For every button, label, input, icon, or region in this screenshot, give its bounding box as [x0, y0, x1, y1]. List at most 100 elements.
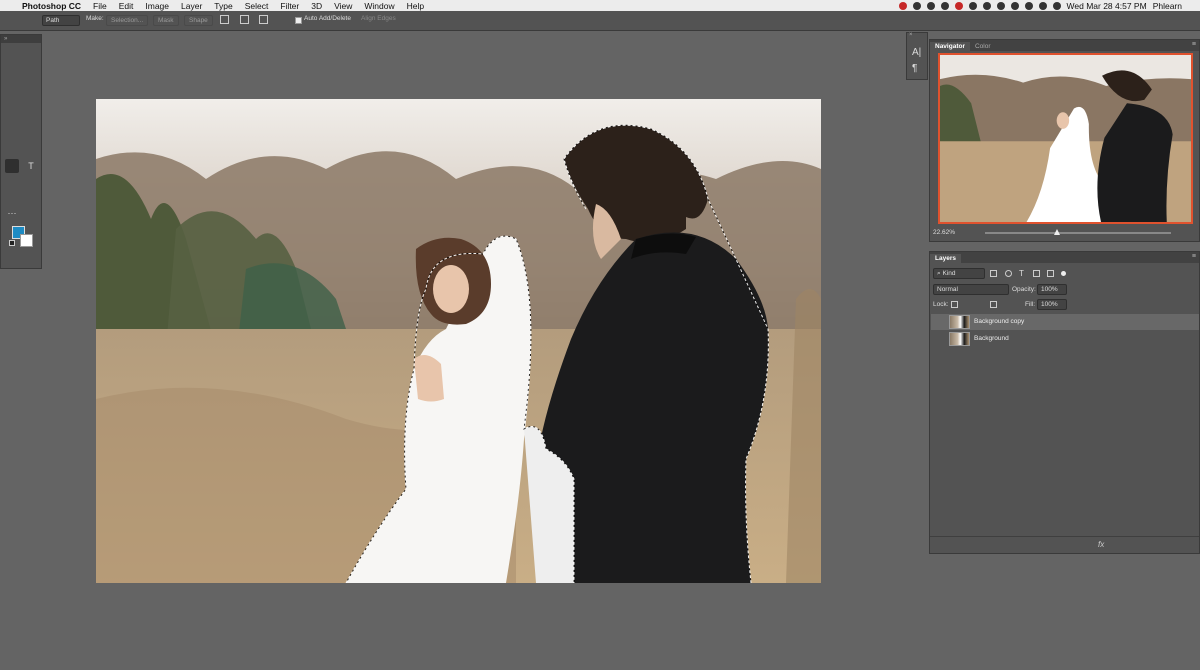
menu-edit[interactable]: Edit — [119, 1, 134, 11]
panel-menu-icon[interactable]: ≡ — [1192, 253, 1196, 260]
paragraph-panel-icon[interactable]: ¶ — [912, 63, 917, 74]
tab-layers[interactable]: Layers — [930, 254, 961, 263]
marquee-tool-icon[interactable] — [24, 54, 38, 68]
navigator-view-box[interactable] — [938, 53, 1193, 224]
document-canvas[interactable] — [96, 99, 821, 583]
type-tool-icon[interactable]: T — [24, 159, 38, 173]
background-color-swatch[interactable] — [20, 234, 33, 247]
status-a-icon[interactable] — [940, 1, 949, 10]
tool-mode-select[interactable]: Path — [42, 15, 80, 26]
lock-label: Lock: — [933, 301, 949, 308]
filter-toggle-icon[interactable] — [1061, 271, 1066, 276]
battery-icon[interactable] — [1052, 1, 1061, 10]
status-clock-icon[interactable] — [926, 1, 935, 10]
tab-color[interactable]: Color — [970, 42, 996, 51]
menu-filter[interactable]: Filter — [280, 1, 299, 11]
lasso-tool-icon[interactable] — [5, 69, 19, 83]
toolbox-handle[interactable]: » — [1, 35, 41, 43]
make-selection-button[interactable]: Selection... — [106, 15, 149, 26]
menu-image[interactable]: Image — [145, 1, 169, 11]
fill-value: 100% — [1041, 301, 1058, 308]
layer-name[interactable]: Background — [974, 335, 1009, 342]
layer-row[interactable]: Background copy — [931, 314, 1199, 330]
status-adobe-icon[interactable] — [954, 1, 963, 10]
tab-navigator[interactable]: Navigator — [930, 42, 970, 51]
airplay-icon[interactable] — [1024, 1, 1033, 10]
dodge-tool-icon[interactable] — [24, 144, 38, 158]
layer-filter-select[interactable]: ⌕ Kind — [933, 268, 985, 279]
magic-wand-tool-icon[interactable] — [24, 69, 38, 83]
make-shape-button[interactable]: Shape — [184, 15, 213, 26]
menu-file[interactable]: File — [93, 1, 107, 11]
status-play-icon[interactable] — [968, 1, 977, 10]
lock-artboard-icon[interactable] — [990, 301, 997, 308]
layer-thumbnail — [949, 315, 970, 329]
menu-select[interactable]: Select — [245, 1, 269, 11]
path-operations-icon[interactable] — [220, 15, 229, 24]
layers-footer: fx — [930, 536, 1199, 553]
status-app-icon[interactable] — [898, 1, 907, 10]
status-cloud-icon[interactable] — [912, 1, 921, 10]
zoom-tool-icon[interactable] — [24, 189, 38, 203]
layer-filter-value: Kind — [942, 270, 956, 277]
menu-view[interactable]: View — [334, 1, 352, 11]
layer-style-icon[interactable]: fx — [1098, 540, 1104, 549]
filter-smart-object-icon[interactable] — [1047, 270, 1054, 277]
menu-3d[interactable]: 3D — [311, 1, 322, 11]
eraser-tool-icon[interactable] — [5, 129, 19, 143]
eyedropper-tool-icon[interactable] — [24, 84, 38, 98]
filter-shape-icon[interactable] — [1033, 270, 1040, 277]
character-panel-icon[interactable]: A| — [912, 47, 921, 58]
menu-help[interactable]: Help — [407, 1, 424, 11]
fill-input[interactable]: 100% — [1037, 299, 1067, 310]
opacity-label: Opacity: — [1012, 286, 1036, 293]
quick-mask-icon[interactable] — [5, 253, 19, 267]
menu-window[interactable]: Window — [364, 1, 394, 11]
time-machine-icon[interactable] — [982, 1, 991, 10]
gradient-tool-icon[interactable] — [24, 129, 38, 143]
edit-toolbar-icon[interactable]: ··· — [5, 206, 19, 220]
default-colors-icon[interactable] — [9, 240, 15, 246]
crop-tool-icon[interactable] — [5, 84, 19, 98]
filter-type-icon[interactable]: T — [1019, 269, 1024, 278]
make-label: Make: — [86, 15, 104, 22]
history-brush-tool-icon[interactable] — [24, 114, 38, 128]
brush-tool-icon[interactable] — [24, 99, 38, 113]
zoom-slider-handle[interactable] — [1054, 229, 1060, 235]
app-menu[interactable]: Photoshop CC — [22, 1, 81, 11]
healing-brush-tool-icon[interactable] — [5, 99, 19, 113]
zoom-level[interactable]: 22.62% — [933, 229, 955, 236]
make-mask-button[interactable]: Mask — [153, 15, 179, 26]
path-selection-tool-icon[interactable] — [5, 174, 19, 188]
volume-icon[interactable] — [1038, 1, 1047, 10]
filter-adjustment-icon[interactable] — [1005, 270, 1012, 277]
bluetooth-icon[interactable] — [996, 1, 1005, 10]
path-alignment-icon[interactable] — [240, 15, 249, 24]
zoom-slider[interactable] — [985, 232, 1171, 234]
layer-name[interactable]: Background copy — [974, 318, 1024, 325]
auto-add-delete-checkbox[interactable] — [295, 17, 302, 24]
rectangle-tool-icon[interactable] — [24, 174, 38, 188]
path-arrangement-icon[interactable] — [259, 15, 268, 24]
menu-type[interactable]: Type — [214, 1, 232, 11]
blend-mode-value: Normal — [937, 286, 958, 293]
hand-tool-icon[interactable] — [5, 189, 19, 203]
clock[interactable]: Wed Mar 28 4:57 PM — [1067, 1, 1147, 11]
menu-layer[interactable]: Layer — [181, 1, 202, 11]
close-icon[interactable]: × — [909, 32, 913, 38]
user-menu[interactable]: Phlearn — [1153, 1, 1182, 11]
move-tool-icon[interactable] — [5, 54, 19, 68]
wifi-icon[interactable] — [1010, 1, 1019, 10]
opacity-input[interactable]: 100% — [1037, 284, 1067, 295]
layer-row[interactable]: Background — [931, 331, 1199, 347]
lock-transparent-icon[interactable] — [951, 301, 958, 308]
pen-tool-icon[interactable] — [5, 159, 19, 173]
filter-pixel-icon[interactable] — [990, 270, 997, 277]
panel-menu-icon[interactable]: ≡ — [1192, 41, 1196, 48]
blur-tool-icon[interactable] — [5, 144, 19, 158]
menu-bar: Photoshop CC File Edit Image Layer Type … — [0, 0, 1200, 11]
blend-mode-select[interactable]: Normal — [933, 284, 1009, 295]
clone-stamp-tool-icon[interactable] — [5, 114, 19, 128]
screen-mode-icon[interactable] — [24, 253, 38, 267]
auto-add-delete-label: Auto Add/Delete — [304, 15, 351, 22]
